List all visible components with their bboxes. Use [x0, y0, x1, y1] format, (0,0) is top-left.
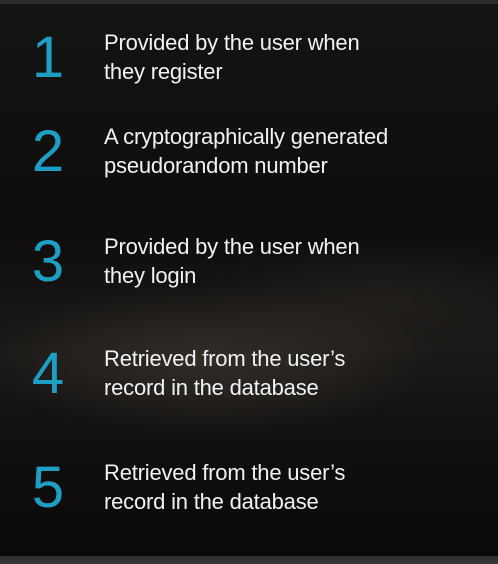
step-text-4: Retrieved from the user’s record in the …: [104, 344, 484, 402]
slide: 1 Provided by the user when they registe…: [0, 0, 498, 564]
step-number-5: 5: [31, 455, 65, 520]
list-item-3: 3 Provided by the user when they login: [0, 222, 498, 302]
step-text-5-line-1: Retrieved from the user’s: [104, 460, 346, 485]
step-text-5-line-2: record in the database: [104, 489, 319, 514]
step-number-3: 3: [31, 229, 65, 294]
step-text-4-line-1: Retrieved from the user’s: [104, 346, 346, 371]
step-text-3-line-2: they login: [104, 263, 197, 288]
step-text-1-line-2: they register: [104, 59, 223, 84]
step-text-3-line-1: Provided by the user when: [104, 234, 360, 259]
step-number-4: 4: [31, 341, 65, 406]
list-item-5: 5 Retrieved from the user’s record in th…: [0, 448, 498, 528]
step-text-1: Provided by the user when they register: [104, 28, 484, 86]
list-item-4: 4 Retrieved from the user’s record in th…: [0, 334, 498, 414]
step-text-1-line-1: Provided by the user when: [104, 30, 360, 55]
step-text-2: A cryptographically generated pseudorand…: [104, 122, 484, 180]
step-text-5: Retrieved from the user’s record in the …: [104, 458, 484, 516]
step-text-2-line-1: A cryptographically generated: [104, 124, 389, 149]
step-text-3: Provided by the user when they login: [104, 232, 484, 290]
step-text-2-line-2: pseudorandom number: [104, 153, 328, 178]
list-item-1: 1 Provided by the user when they registe…: [0, 18, 498, 98]
step-text-4-line-2: record in the database: [104, 375, 319, 400]
frame-top-edge: [0, 0, 498, 4]
step-number-2: 2: [31, 119, 65, 184]
list-item-2: 2 A cryptographically generated pseudora…: [0, 112, 498, 192]
step-number-1: 1: [31, 25, 65, 90]
frame-bottom-edge: [0, 556, 498, 564]
